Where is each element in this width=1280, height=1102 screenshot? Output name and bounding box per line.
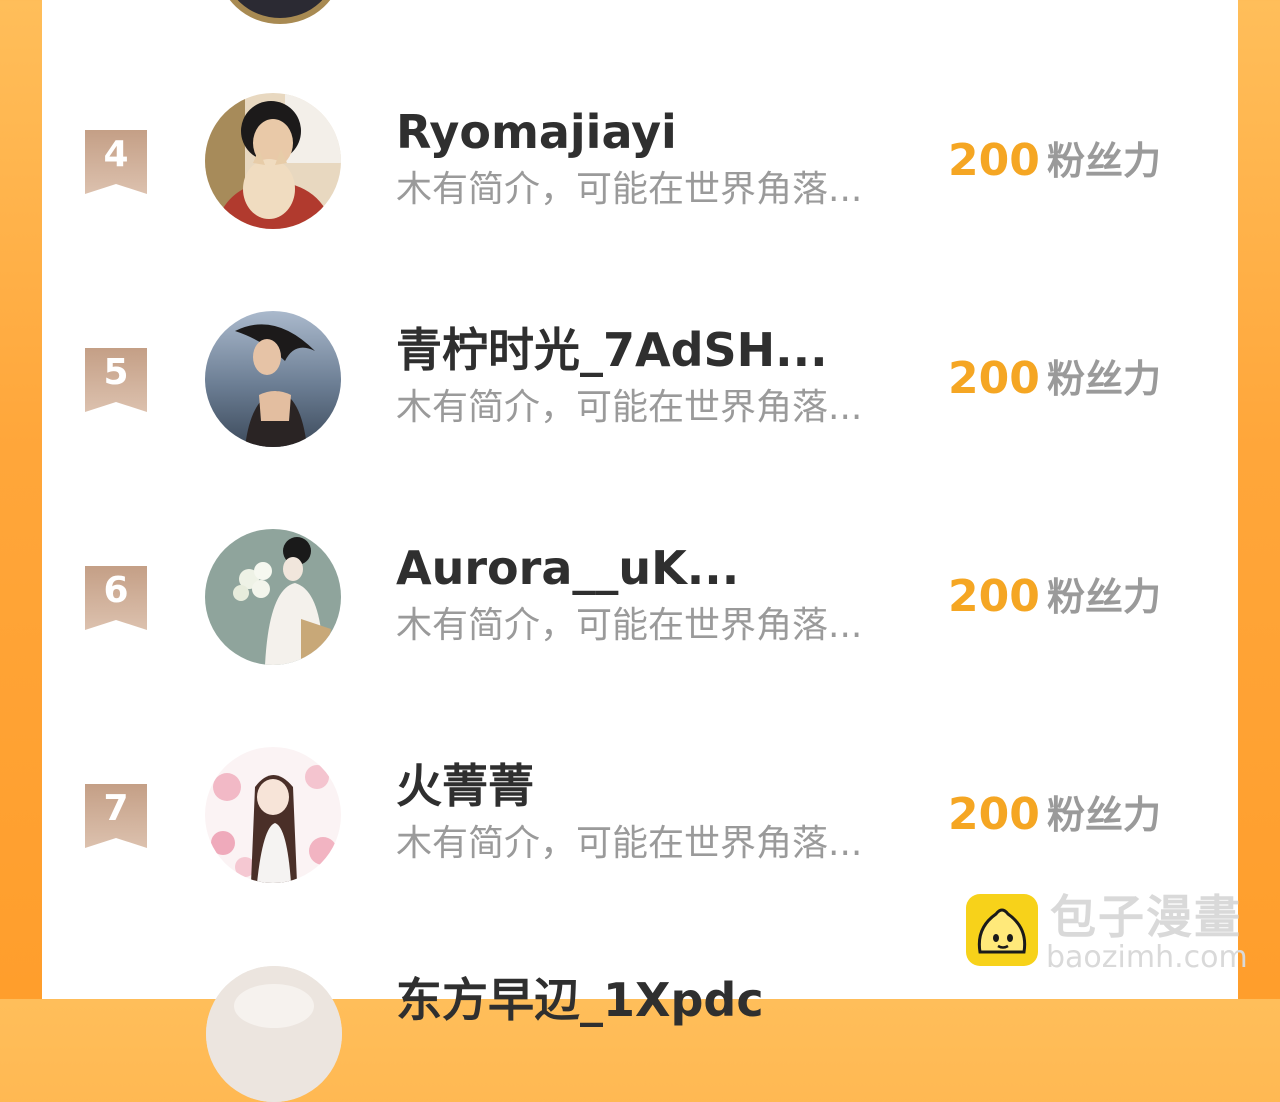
- rank-number: 6: [103, 570, 129, 611]
- anime-girl-blossoms-icon: [205, 747, 341, 883]
- user-name[interactable]: Ryomajiayi: [396, 104, 677, 160]
- user-bio: 木有简介，可能在世界角落...: [396, 605, 863, 646]
- user-bio: 木有简介，可能在世界角落...: [396, 387, 863, 428]
- fan-score-unit: 粉丝力: [1047, 139, 1162, 183]
- rank-badge: 5: [85, 348, 147, 412]
- rank-number: 4: [103, 134, 129, 175]
- fan-score: 200: [948, 571, 1040, 622]
- fan-score-unit: 粉丝力: [1047, 575, 1162, 619]
- watermark-en: baozimh.com: [1046, 940, 1248, 975]
- user-bio: 木有简介，可能在世界角落...: [396, 169, 863, 210]
- woman-at-sea-icon: [205, 311, 341, 447]
- watermark-cn: 包子漫畫: [1050, 890, 1242, 944]
- fan-score: 200: [948, 135, 1040, 186]
- fan-score: 200: [948, 353, 1040, 404]
- fan-score-unit: 粉丝力: [1047, 793, 1162, 837]
- girl-with-cat-icon: [205, 93, 341, 229]
- rank-badge: 4: [85, 130, 147, 194]
- watermark: 包子漫畫 baozimh.com: [966, 890, 1256, 980]
- rank-badge: 6: [85, 566, 147, 630]
- rank-badge: 7: [85, 784, 147, 848]
- rank-number: 7: [103, 788, 129, 829]
- user-avatar[interactable]: [205, 93, 341, 229]
- rank-number: 5: [103, 352, 129, 393]
- user-avatar[interactable]: [205, 529, 341, 665]
- user-name[interactable]: 青柠时光_7AdSH...: [396, 322, 828, 378]
- user-avatar[interactable]: [205, 311, 341, 447]
- fan-score: 200: [948, 789, 1040, 840]
- user-avatar[interactable]: [205, 747, 341, 883]
- partial-avatar-icon: [206, 966, 342, 1102]
- avatar-partial-bottom[interactable]: [206, 966, 342, 1102]
- user-bio: 木有简介，可能在世界角落...: [396, 823, 863, 864]
- bun-mascot-icon: [966, 894, 1038, 966]
- user-name[interactable]: 火菁菁: [396, 758, 534, 814]
- user-name[interactable]: Aurora__uK...: [396, 540, 739, 596]
- user-name-partial[interactable]: 东方早辺_1Xpdc: [396, 972, 764, 1028]
- fan-score-unit: 粉丝力: [1047, 357, 1162, 401]
- illustrated-girl-flowers-icon: [205, 529, 341, 665]
